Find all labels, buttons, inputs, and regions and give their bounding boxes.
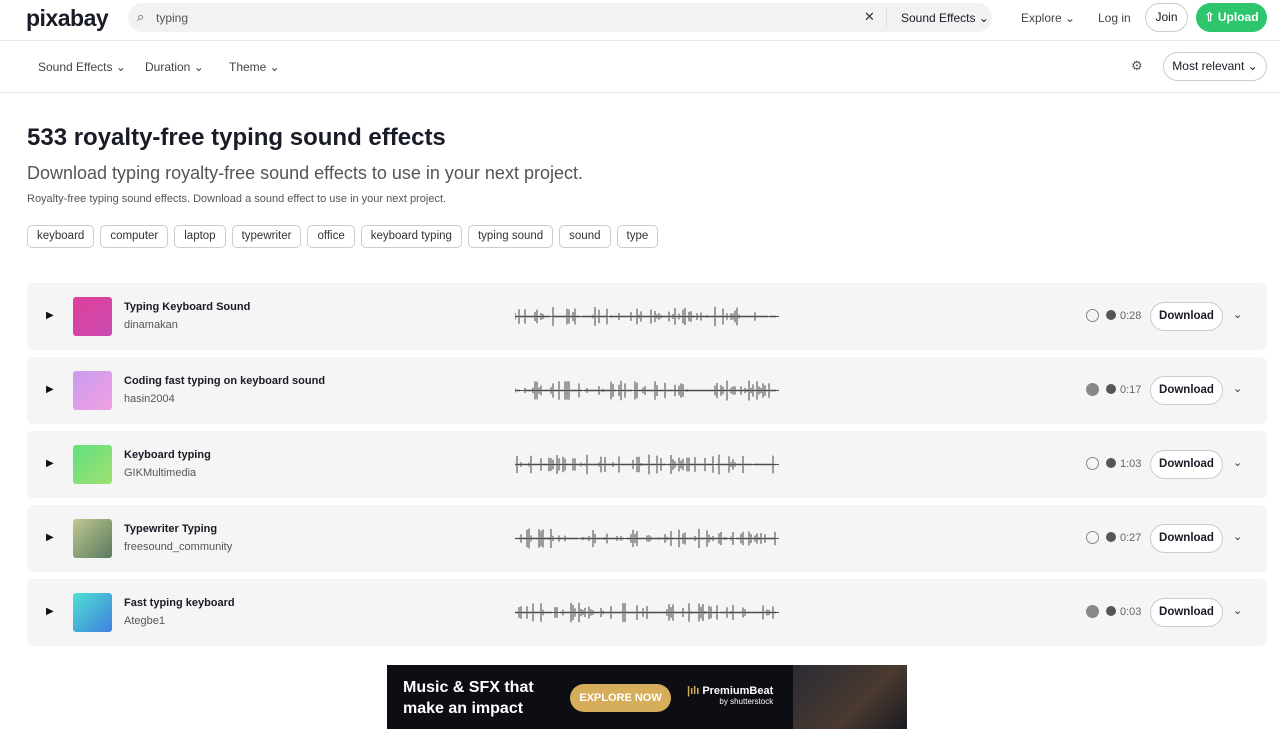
upload-button[interactable]: ⇧ Upload (1196, 3, 1267, 32)
track-duration: 0:28 (1120, 310, 1142, 322)
page-subtitle: Download typing royalty-free sound effec… (27, 163, 583, 183)
track-title[interactable]: Typing Keyboard Sound (124, 301, 250, 313)
chevron-down-icon[interactable]: ⌄ (1233, 604, 1242, 617)
tag[interactable]: sound (559, 225, 611, 248)
login-link[interactable]: Log in (1098, 11, 1131, 25)
chevron-down-icon[interactable]: ⌄ (1233, 382, 1242, 395)
star-badge-icon (1086, 605, 1099, 618)
filter-bar: Sound Effects ⌄ Duration ⌄ Theme ⌄ ⚙ Mos… (0, 41, 1280, 93)
track-duration: 0:17 (1120, 384, 1142, 396)
track-thumbnail (73, 519, 112, 558)
premiumbeat-logo: |ılı PremiumBeat by shutterstock (687, 685, 773, 706)
ad-banner[interactable]: Music & SFX that make an impact EXPLORE N… (387, 665, 907, 729)
join-button[interactable]: Join (1145, 3, 1188, 32)
track-author[interactable]: dinamakan (124, 319, 178, 331)
track-row: ▶ Keyboard typing GIKMultimedia 1:03 Dow… (27, 431, 1267, 498)
waveform[interactable] (515, 301, 779, 332)
download-button[interactable]: Download (1150, 598, 1223, 627)
chevron-down-icon[interactable]: ⌄ (1233, 456, 1242, 469)
tag[interactable]: laptop (174, 225, 226, 248)
tag[interactable]: office (307, 225, 355, 248)
verified-badge-icon (1086, 531, 1099, 544)
sort-dropdown[interactable]: Most relevant ⌄ (1163, 52, 1267, 81)
tag[interactable]: keyboard typing (360, 225, 462, 248)
page-description: Royalty-free typing sound effects. Downl… (27, 193, 447, 205)
track-row: ▶ Typewriter Typing freesound_community … (27, 505, 1267, 572)
track-thumbnail (73, 593, 112, 632)
tag[interactable]: type (616, 225, 659, 248)
bars-icon: |ılı (687, 685, 703, 697)
chevron-down-icon[interactable]: ⌄ (1233, 308, 1242, 321)
search-bar[interactable]: ⌕ typing ✕ Sound Effects ⌄ (128, 3, 992, 32)
explore-now-button[interactable]: EXPLORE NOW (570, 684, 671, 712)
download-button[interactable]: Download (1150, 376, 1223, 405)
banner-headline: Music & SFX that make an impact (403, 677, 534, 719)
track-duration: 0:27 (1120, 532, 1142, 544)
clock-icon (1106, 384, 1116, 394)
waveform[interactable] (515, 523, 779, 554)
waveform[interactable] (515, 449, 779, 480)
brand: PremiumBeat (702, 685, 774, 697)
search-category-dropdown[interactable]: Sound Effects ⌄ (901, 11, 989, 25)
track-row: ▶ Coding fast typing on keyboard sound h… (27, 357, 1267, 424)
clock-icon (1106, 606, 1116, 616)
download-button[interactable]: Download (1150, 524, 1223, 553)
waveform[interactable] (515, 597, 779, 628)
play-icon[interactable]: ▶ (46, 458, 54, 469)
page-title: 533 royalty-free typing sound effects (27, 124, 446, 151)
clock-icon (1106, 310, 1116, 320)
track-duration: 1:03 (1120, 458, 1142, 470)
track-author[interactable]: freesound_community (124, 541, 232, 553)
divider (886, 9, 887, 26)
tag[interactable]: typing sound (467, 225, 554, 248)
filter-sound-effects[interactable]: Sound Effects ⌄ (38, 60, 126, 74)
play-icon[interactable]: ▶ (46, 532, 54, 543)
tag[interactable]: typewriter (231, 225, 302, 248)
play-icon[interactable]: ▶ (46, 384, 54, 395)
clock-icon (1106, 458, 1116, 468)
top-header: pixabay ⌕ typing ✕ Sound Effects ⌄ Explo… (0, 0, 1280, 41)
track-thumbnail (73, 445, 112, 484)
tag-list: keyboard computer laptop typewriter offi… (27, 225, 659, 248)
track-author[interactable]: GIKMultimedia (124, 467, 196, 479)
pixabay-logo[interactable]: pixabay (26, 5, 109, 32)
play-icon[interactable]: ▶ (46, 310, 54, 321)
chevron-down-icon[interactable]: ⌄ (1233, 530, 1242, 543)
clock-icon (1106, 532, 1116, 542)
download-button[interactable]: Download (1150, 302, 1223, 331)
track-title[interactable]: Coding fast typing on keyboard sound (124, 375, 325, 387)
track-row: ▶ Fast typing keyboard Ategbe1 0:03 Down… (27, 579, 1267, 646)
banner-photo (793, 665, 907, 729)
headline-line: Music & SFX that (403, 679, 534, 696)
download-button[interactable]: Download (1150, 450, 1223, 479)
search-icon: ⌕ (137, 9, 145, 24)
search-input[interactable]: typing (156, 11, 188, 25)
clear-search-icon[interactable]: ✕ (864, 9, 875, 25)
waveform[interactable] (515, 375, 779, 406)
track-thumbnail (73, 297, 112, 336)
play-icon[interactable]: ▶ (46, 606, 54, 617)
track-title[interactable]: Fast typing keyboard (124, 597, 235, 609)
track-title[interactable]: Keyboard typing (124, 449, 211, 461)
track-row: ▶ Typing Keyboard Sound dinamakan 0:28 D… (27, 283, 1267, 350)
track-author[interactable]: Ategbe1 (124, 615, 165, 627)
filter-duration[interactable]: Duration ⌄ (145, 60, 204, 74)
filter-theme[interactable]: Theme ⌄ (229, 60, 280, 74)
explore-menu[interactable]: Explore ⌄ (1021, 11, 1075, 25)
tag[interactable]: computer (100, 225, 169, 248)
track-thumbnail (73, 371, 112, 410)
verified-badge-icon (1086, 309, 1099, 322)
gear-icon[interactable]: ⚙ (1131, 58, 1143, 74)
track-author[interactable]: hasin2004 (124, 393, 175, 405)
brand-sub: by shutterstock (719, 697, 774, 706)
headline-line: make an impact (403, 700, 524, 717)
tag[interactable]: keyboard (27, 225, 95, 248)
star-badge-icon (1086, 383, 1099, 396)
verified-badge-icon (1086, 457, 1099, 470)
track-title[interactable]: Typewriter Typing (124, 523, 217, 535)
track-duration: 0:03 (1120, 606, 1142, 618)
